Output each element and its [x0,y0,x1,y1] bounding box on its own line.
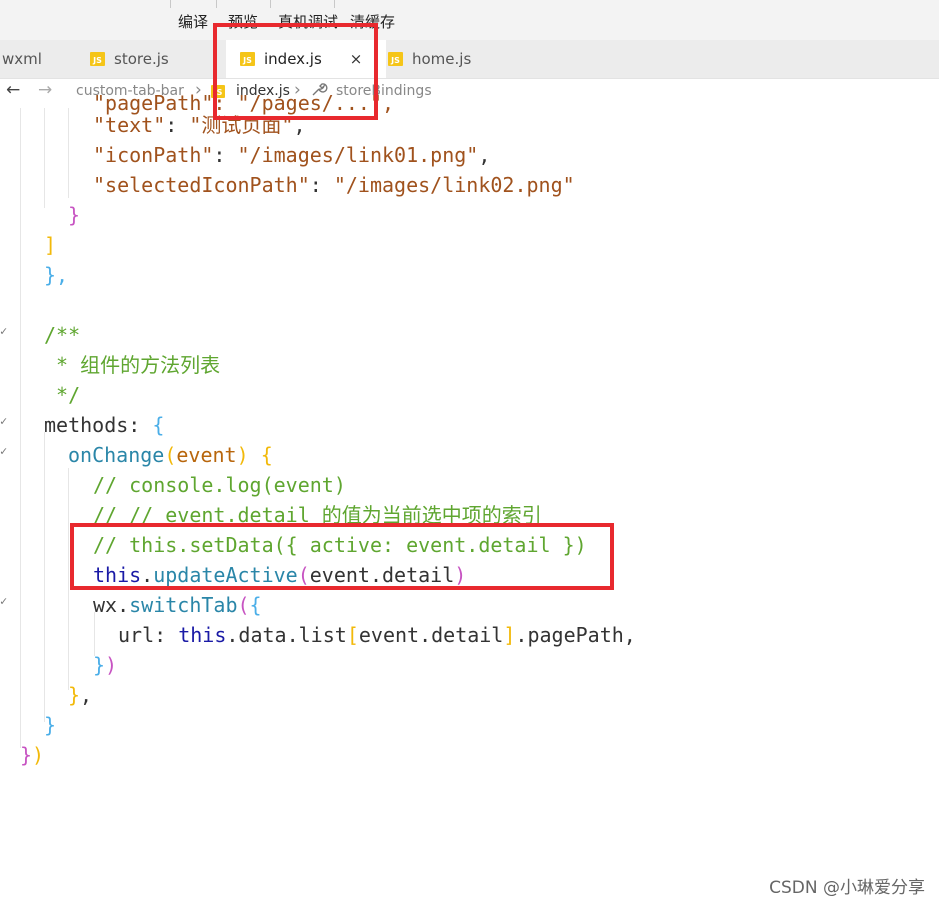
top-toolbar: 编译 预览 真机调试 清缓存 [0,0,939,40]
code-line: } [68,203,81,227]
tab-label: store.js [114,50,169,68]
fold-chevron-icon[interactable]: ✓ [0,324,10,338]
editor-tab-bar: wxml JS store.js JS index.js × JS home.j… [0,40,939,79]
code-line: }, [44,263,69,287]
code-line: wx.switchTab({ [93,593,262,617]
fold-chevron-icon[interactable]: ✓ [0,444,10,458]
js-file-icon: JS [90,52,105,66]
indent-guide [68,108,69,198]
indent-guide [68,468,69,690]
code-line: // console.log(event) [93,473,346,497]
code-line: }) [93,653,118,677]
tab-store-js[interactable]: JS store.js [78,40,224,78]
tab-home-js[interactable]: JS home.js [376,40,528,78]
toolbar-divider [270,0,271,8]
highlight-box-tab [213,23,378,120]
code-line: }, [68,683,93,707]
code-line: }) [20,743,45,767]
compile-button[interactable]: 编译 [178,11,208,32]
tab-wxml[interactable]: wxml [0,40,78,78]
toolbar-divider [216,0,217,8]
code-line: */ [44,383,81,407]
back-arrow-icon[interactable]: ← [6,80,20,100]
watermark: CSDN @小琳爱分享 [769,878,925,898]
code-line: "selectedIconPath": "/images/link02.png" [93,173,575,197]
tab-label: home.js [412,50,472,68]
code-line: "iconPath": "/images/link01.png", [93,143,491,167]
code-line: methods: { [44,413,165,437]
toolbar-divider [170,0,171,8]
code-line: } [44,713,57,737]
code-line: onChange(event) { [68,443,273,467]
code-line: ] [44,233,57,257]
js-file-icon: JS [388,52,403,66]
code-line: /** [44,323,81,347]
toolbar-divider [334,0,335,8]
code-line: url: this.data.list[event.detail].pagePa… [118,623,636,647]
code-line: * 组件的方法列表 [44,353,221,377]
indent-guide [44,108,45,208]
fold-chevron-icon[interactable]: ✓ [0,594,10,608]
forward-arrow-icon[interactable]: → [38,80,52,100]
highlight-box-code [70,523,614,590]
fold-chevron-icon[interactable]: ✓ [0,414,10,428]
indent-guide [20,108,21,748]
indent-guide [44,432,45,722]
code-editor[interactable]: "pagePath": "/pages/...", "text": "测试页面"… [0,91,939,788]
tab-label: wxml [2,50,42,68]
